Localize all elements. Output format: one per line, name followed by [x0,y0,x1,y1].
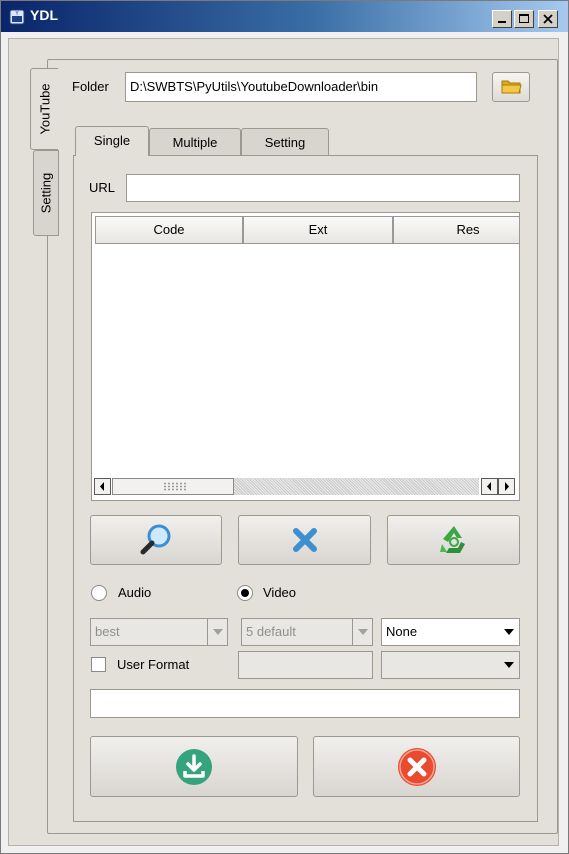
chevron-down-icon [213,629,223,635]
chevron-down-icon [504,629,514,635]
app-icon: Y [9,9,25,25]
maximize-icon [519,14,529,23]
stop-icon [397,747,436,786]
quality-dropdown-arrow[interactable] [207,619,227,645]
side-tab-youtube-label: YouTube [37,83,52,135]
user-format-checkbox[interactable] [91,657,106,672]
video-radio[interactable] [237,585,253,601]
maximize-button[interactable] [514,10,534,28]
search-icon [140,524,171,555]
radio-selected-dot [241,589,249,597]
window-title: YDL [30,7,58,23]
preset-combo[interactable]: 5 default [241,618,373,646]
scroll-right-button[interactable] [498,478,515,495]
url-input[interactable] [126,174,520,202]
arrow-left-icon [100,482,104,491]
url-label: URL [89,180,116,195]
user-format-field[interactable] [238,651,373,679]
download-icon [176,748,212,785]
audio-label: Audio [118,585,152,600]
quality-combo[interactable]: best [90,618,228,646]
audio-radio[interactable] [91,585,107,601]
column-header-code[interactable]: Code [95,216,243,244]
extra-combo[interactable] [381,651,520,679]
browse-folder-button[interactable] [492,72,530,102]
folder-label: Folder [72,79,109,94]
column-header-res[interactable]: Res [393,216,519,244]
option-combo[interactable]: None [381,618,520,646]
scroll-thumb[interactable] [112,478,234,495]
cancel-x-icon [292,528,317,552]
video-label: Video [263,585,297,600]
side-tab-setting-label: Setting [38,172,54,214]
option-combo-value: None [386,624,418,639]
output-field[interactable] [90,689,520,718]
download-button[interactable] [90,736,298,797]
column-header-ext[interactable]: Ext [243,216,393,244]
folder-icon [501,80,522,94]
formats-table[interactable]: Code Ext Res [91,212,520,501]
arrow-left-icon [487,482,491,491]
option-dropdown-arrow[interactable] [499,619,519,645]
preset-dropdown-arrow[interactable] [352,619,372,645]
grip-icon [163,482,187,491]
tab-multiple[interactable]: Multiple [149,128,241,156]
close-icon [543,14,553,24]
folder-path-field[interactable]: D:\SWBTS\PyUtils\YoutubeDownloader\bin [125,72,477,102]
tab-setting[interactable]: Setting [241,128,329,156]
arrow-right-icon [505,482,509,491]
tab-single[interactable]: Single [75,126,149,156]
chevron-down-icon [358,629,368,635]
close-button[interactable] [538,10,558,28]
quality-combo-value: best [95,624,120,639]
scroll-left-button[interactable] [94,478,111,495]
reset-button[interactable] [387,515,520,565]
extra-dropdown-arrow[interactable] [499,652,519,678]
user-format-label: User Format [117,657,190,672]
search-button[interactable] [90,515,222,565]
stop-button[interactable] [313,736,520,797]
scroll-left-button-2[interactable] [481,478,498,495]
minimize-button[interactable] [492,10,512,28]
title-bar: Y YDL [1,1,568,32]
chevron-down-icon [504,662,514,668]
recycle-icon [438,526,465,553]
side-tab-setting[interactable]: Setting [33,150,59,236]
clear-button[interactable] [238,515,371,565]
side-tab-youtube[interactable]: YouTube [30,68,58,150]
preset-combo-value: 5 default [246,624,296,639]
horizontal-scrollbar[interactable] [92,475,519,499]
minimize-icon [498,21,506,23]
